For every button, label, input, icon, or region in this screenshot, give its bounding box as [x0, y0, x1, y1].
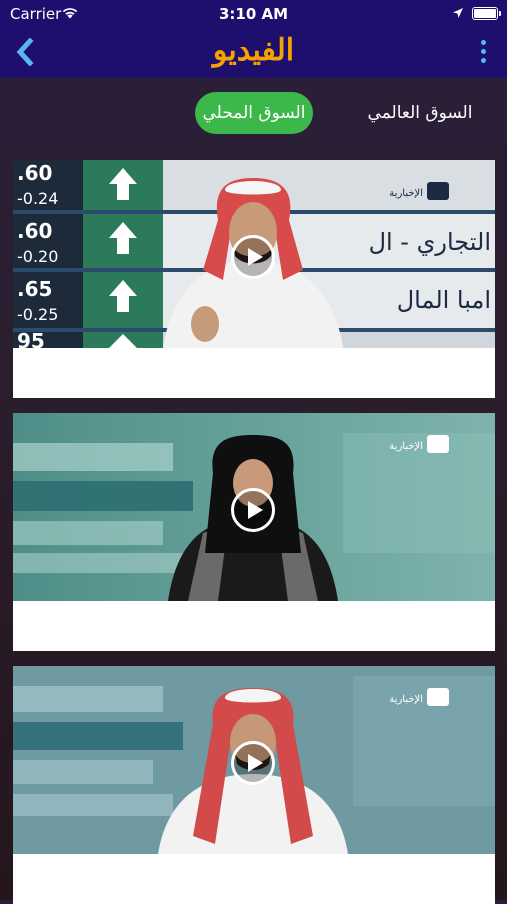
channel-logo-text: الإخبارية [389, 188, 423, 199]
play-button-icon[interactable] [231, 488, 275, 532]
battery-icon [472, 7, 501, 20]
play-button-icon[interactable] [231, 235, 275, 279]
ticker-change: -0.25 [17, 305, 58, 324]
tab-local-market[interactable]: السوق المحلي [195, 92, 313, 134]
video-thumbnail[interactable]: الإخبارية [13, 666, 495, 854]
ticker-value: .60 [17, 161, 52, 185]
page-title: الفيديو [212, 33, 295, 68]
video-card[interactable]: .60 -0.24 .60 -0.20 .65 -0.25 95 التجاري… [13, 160, 495, 398]
ticker-change: -0.24 [17, 189, 58, 208]
video-thumbnail[interactable]: الإخبارية [13, 413, 495, 601]
clock: 3:10 AM [218, 5, 289, 23]
screen-headline: امبا المال [397, 286, 491, 314]
market-tabs: السوق المحلي السوق العالمي [0, 92, 507, 136]
channel-logo-text: الإخبارية [389, 441, 423, 452]
location-arrow-icon [453, 8, 463, 18]
tab-global-market[interactable]: السوق العالمي [360, 92, 480, 134]
video-card[interactable]: الإخبارية [13, 666, 495, 904]
ticker-value: .60 [17, 219, 52, 243]
ticker-value: 95 [17, 329, 45, 348]
screen-headline: التجاري - ال [369, 228, 491, 256]
play-button-icon[interactable] [231, 741, 275, 785]
channel-logo-text: الإخبارية [389, 694, 423, 705]
video-thumbnail[interactable]: .60 -0.24 .60 -0.20 .65 -0.25 95 التجاري… [13, 160, 495, 348]
video-card[interactable]: الإخبارية [13, 413, 495, 651]
more-options-icon[interactable] [478, 40, 488, 66]
status-bar: Carrier 3:10 AM [0, 0, 507, 28]
ticker-value: .65 [17, 277, 52, 301]
ticker-change: -0.20 [17, 247, 58, 266]
